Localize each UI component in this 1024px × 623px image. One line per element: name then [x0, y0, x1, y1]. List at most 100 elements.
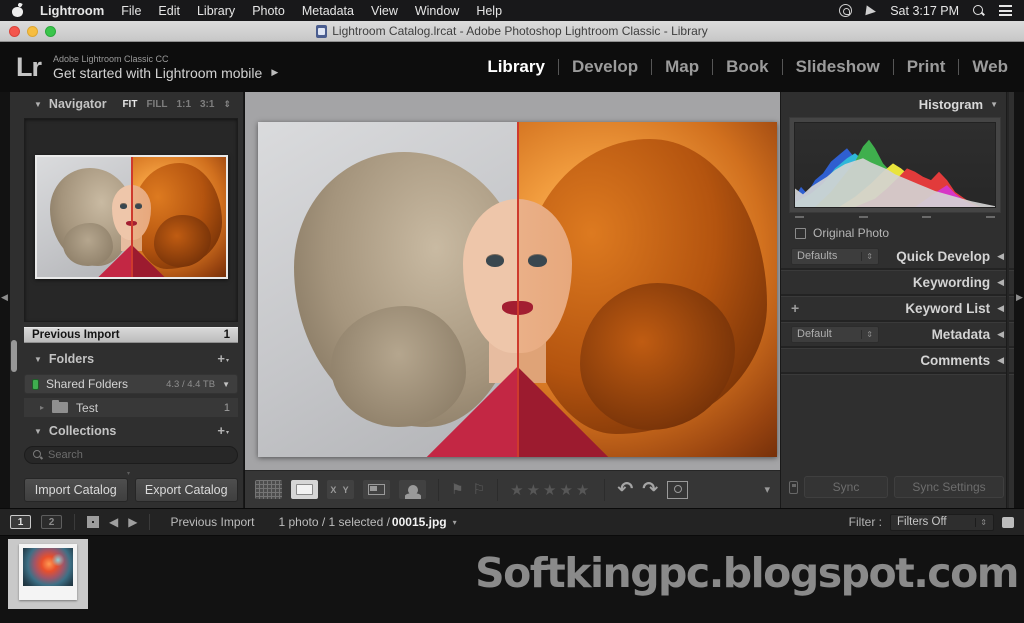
- toolbar-options-icon[interactable]: ▾: [764, 483, 770, 496]
- spotlight-search-icon[interactable]: [973, 5, 985, 17]
- module-develop[interactable]: Develop: [572, 57, 638, 77]
- rating-stars[interactable]: ★★★★★: [510, 481, 592, 499]
- keywording-label[interactable]: Keywording: [913, 275, 990, 290]
- original-photo-checkbox[interactable]: [795, 228, 806, 239]
- disclosure-triangle-icon[interactable]: ▼: [34, 427, 42, 436]
- navigator-preview-area[interactable]: [24, 118, 238, 322]
- previous-photo-icon[interactable]: ◀: [109, 515, 118, 529]
- go-to-grid-icon[interactable]: [87, 516, 99, 528]
- module-print[interactable]: Print: [907, 57, 946, 77]
- compare-view-icon[interactable]: X Y: [327, 480, 354, 499]
- grid-view-icon[interactable]: [255, 480, 282, 499]
- stepper-icon[interactable]: ⇕: [861, 330, 873, 339]
- import-catalog-button[interactable]: Import Catalog: [24, 478, 128, 502]
- previous-import-label[interactable]: Previous Import: [32, 329, 120, 341]
- pointer-status-icon[interactable]: [866, 5, 877, 16]
- loupe-view-icon[interactable]: [291, 480, 318, 499]
- promo-arrow-icon[interactable]: ▶: [271, 67, 278, 78]
- disclosure-triangle-icon[interactable]: ▼: [34, 100, 42, 109]
- keyword-list-section[interactable]: + Keyword List ◀: [781, 296, 1014, 322]
- crop-overlay-icon[interactable]: [667, 481, 688, 499]
- left-scrollbar-thumb[interactable]: [11, 340, 17, 372]
- mobile-promo-link[interactable]: Get started with Lightroom mobile: [53, 65, 262, 81]
- survey-view-icon[interactable]: [363, 480, 390, 499]
- plus-caret-icon[interactable]: ▾: [226, 429, 229, 436]
- panel-expand-icon[interactable]: ◀: [997, 303, 1004, 314]
- notification-center-icon[interactable]: [999, 5, 1012, 16]
- collections-panel-title[interactable]: Collections: [49, 424, 116, 438]
- module-map[interactable]: Map: [665, 57, 699, 77]
- keyword-list-label[interactable]: Keyword List: [905, 301, 990, 316]
- module-library[interactable]: Library: [487, 57, 545, 77]
- add-keyword-icon[interactable]: +: [791, 300, 799, 316]
- zoom-3-1-option[interactable]: 3:1: [200, 99, 214, 110]
- histogram-panel-header[interactable]: Histogram ▼: [919, 97, 998, 112]
- panel-expand-icon[interactable]: ◀: [997, 355, 1004, 366]
- sync-settings-button[interactable]: Sync Settings: [894, 476, 1004, 498]
- histogram-display[interactable]: [789, 117, 1001, 213]
- people-view-icon[interactable]: [399, 480, 426, 499]
- right-panel-collapse-strip[interactable]: ▶: [1014, 92, 1024, 508]
- quick-develop-section[interactable]: Defaults ⇕ Quick Develop ◀: [781, 244, 1014, 270]
- folder-name[interactable]: Test: [76, 401, 98, 415]
- keywording-section[interactable]: Keywording ◀: [781, 270, 1014, 296]
- module-slideshow[interactable]: Slideshow: [796, 57, 880, 77]
- apple-menu-icon[interactable]: [12, 4, 23, 17]
- panel-expand-icon[interactable]: ◀: [997, 251, 1004, 262]
- menu-item-library[interactable]: Library: [197, 4, 235, 18]
- panel-expand-icon[interactable]: ◀: [997, 277, 1004, 288]
- right-scrollbar-track[interactable]: [1006, 92, 1009, 508]
- menu-item-file[interactable]: File: [121, 4, 141, 18]
- plus-icon[interactable]: +: [217, 426, 225, 436]
- menu-item-view[interactable]: View: [371, 4, 398, 18]
- collapse-left-icon[interactable]: ◀: [1, 292, 8, 303]
- folders-panel-header[interactable]: ▼ Folders + ▾: [34, 352, 229, 366]
- export-catalog-button[interactable]: Export Catalog: [135, 478, 239, 502]
- quick-develop-label[interactable]: Quick Develop: [896, 249, 990, 264]
- next-photo-icon[interactable]: ▶: [128, 515, 137, 529]
- zoom-1-1-option[interactable]: 1:1: [177, 99, 191, 110]
- filmstrip-thumbnail-selected[interactable]: [8, 539, 88, 609]
- zoom-stepper-icon[interactable]: ⇕: [223, 99, 231, 110]
- rotate-left-icon[interactable]: ↶: [617, 478, 633, 501]
- window-title-bar[interactable]: Lightroom Catalog.lrcat - Adobe Photosho…: [0, 21, 1024, 42]
- collections-search-input[interactable]: Search: [24, 446, 238, 464]
- add-collection-button[interactable]: + ▾: [217, 426, 229, 436]
- zoom-fit-option[interactable]: FIT: [122, 99, 137, 110]
- disclosure-triangle-icon[interactable]: ▼: [34, 355, 42, 364]
- metadata-label[interactable]: Metadata: [932, 327, 991, 342]
- volume-name[interactable]: Shared Folders: [46, 377, 128, 391]
- filmstrip-filter-toggle[interactable]: [1002, 517, 1014, 528]
- volume-browser-shared-folders[interactable]: Shared Folders 4.3 / 4.4 TB ▼: [24, 374, 238, 394]
- flag-pick-icon[interactable]: ⚑: [451, 481, 464, 498]
- menu-item-window[interactable]: Window: [415, 4, 459, 18]
- source-chevron-icon[interactable]: ▾: [453, 518, 457, 527]
- plus-icon[interactable]: +: [217, 354, 225, 364]
- filmstrip-source-label[interactable]: Previous Import: [170, 515, 254, 529]
- stepper-icon[interactable]: ⇕: [861, 252, 873, 261]
- folders-panel-title[interactable]: Folders: [49, 352, 94, 366]
- menu-item-lightroom[interactable]: Lightroom: [40, 3, 104, 18]
- menu-item-help[interactable]: Help: [476, 4, 502, 18]
- menu-item-edit[interactable]: Edit: [158, 4, 180, 18]
- filmstrip-status[interactable]: 1 photo / 1 selected / 00015.jpg ▾: [279, 515, 457, 529]
- main-photo[interactable]: [258, 122, 777, 457]
- module-web[interactable]: Web: [972, 57, 1008, 77]
- disclosure-triangle-icon[interactable]: ▼: [990, 100, 998, 109]
- volume-disclosure-icon[interactable]: ▼: [222, 380, 230, 389]
- previous-import-row[interactable]: Previous Import 1: [24, 327, 238, 343]
- expand-folder-icon[interactable]: ▸: [40, 403, 44, 412]
- navigator-panel-title[interactable]: Navigator: [49, 97, 107, 111]
- add-folder-button[interactable]: + ▾: [217, 354, 229, 364]
- menu-item-metadata[interactable]: Metadata: [302, 4, 354, 18]
- rotate-right-icon[interactable]: ↷: [642, 478, 658, 501]
- original-photo-row[interactable]: Original Photo: [795, 226, 889, 240]
- module-book[interactable]: Book: [726, 57, 769, 77]
- creative-cloud-icon[interactable]: [839, 4, 852, 17]
- filter-dropdown[interactable]: Filters Off ⇕: [890, 514, 994, 531]
- comments-label[interactable]: Comments: [920, 353, 990, 368]
- folder-row-test[interactable]: ▸ Test 1: [24, 398, 238, 417]
- histogram-panel-title[interactable]: Histogram: [919, 97, 983, 112]
- sync-button[interactable]: Sync: [804, 476, 888, 498]
- plus-caret-icon[interactable]: ▾: [226, 357, 229, 364]
